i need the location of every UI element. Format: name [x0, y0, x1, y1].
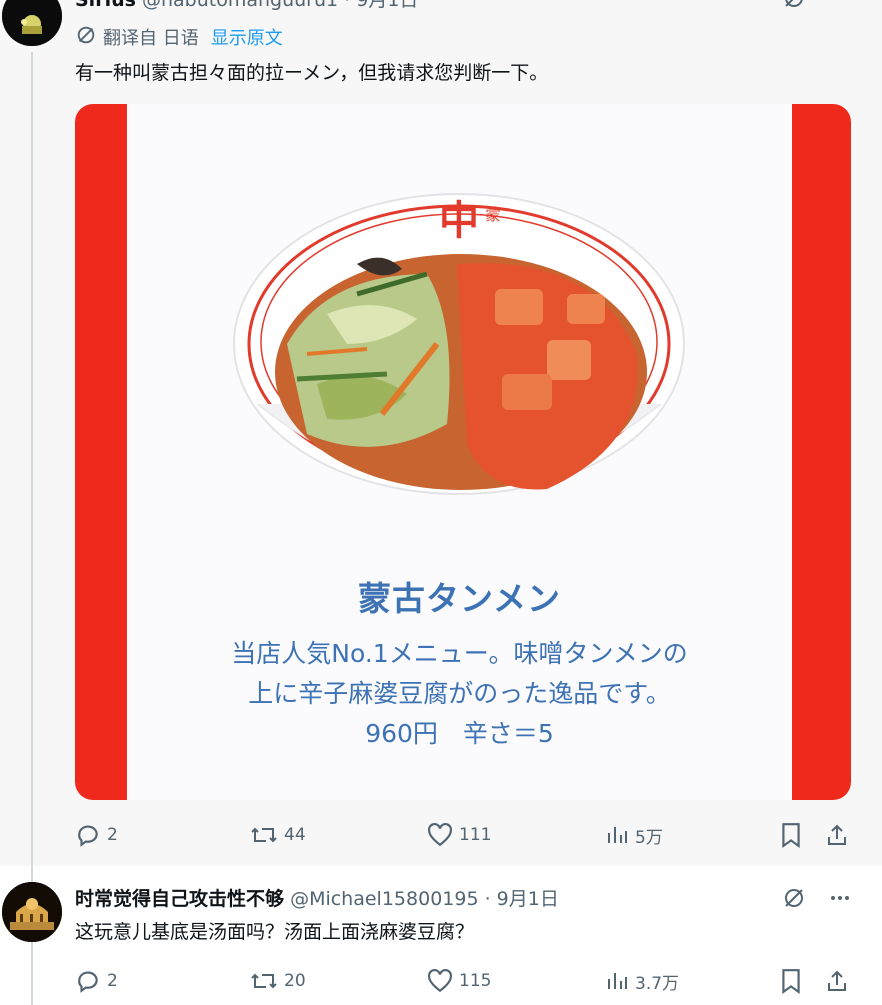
translate-icon — [75, 24, 97, 54]
tweet-action-bar: 2 44 111 5万 — [75, 820, 855, 850]
reply-count: 2 — [107, 971, 118, 991]
share-button[interactable] — [825, 820, 849, 850]
user-handle[interactable]: @Michael15800195 — [290, 888, 478, 910]
tweet-text: 有一种叫蒙古担々面的拉ーメン，但我请求您判断一下。 — [75, 62, 549, 84]
dish-description-line: 上に辛子麻婆豆腐がのった逸品です。 — [248, 679, 671, 708]
repost-count: 20 — [284, 971, 306, 991]
repost-icon — [251, 827, 277, 843]
repost-icon — [251, 973, 277, 989]
reply-count: 2 — [107, 825, 118, 845]
like-button[interactable]: 115 — [427, 966, 491, 996]
bookmark-icon — [782, 969, 800, 994]
like-count: 111 — [459, 825, 492, 845]
tweet-header: Sirius @nabutomanguuru1 · 9月1日 — [75, 0, 418, 12]
bookmark-icon — [782, 823, 800, 848]
meta-separator: · — [338, 0, 357, 11]
dish-price-spice: 960円 辛さ＝5 — [365, 719, 554, 748]
thread-line — [31, 52, 33, 1005]
like-count: 115 — [459, 971, 492, 991]
like-button[interactable]: 111 — [427, 820, 491, 850]
share-icon — [828, 970, 846, 991]
reply-icon — [78, 971, 98, 993]
svg-text:中: 中 — [439, 197, 479, 244]
repost-count: 44 — [284, 825, 306, 845]
tweet-header: 时常觉得自己攻击性不够 @Michael15800195 · 9月1日 — [75, 887, 559, 911]
view-count: 5万 — [635, 827, 663, 848]
display-name[interactable]: 时常觉得自己攻击性不够 — [75, 888, 284, 910]
show-original-link[interactable]: 显示原文 — [211, 26, 283, 52]
bookmark-button[interactable] — [780, 966, 802, 996]
meta-separator: · — [478, 888, 497, 910]
repost-button[interactable]: 44 — [250, 820, 306, 850]
repost-button[interactable]: 20 — [250, 966, 306, 996]
more-icon[interactable] — [828, 886, 852, 914]
tweet-date[interactable]: 9月1日 — [497, 888, 559, 910]
dish-description-line: 当店人気No.1メニュー。味噌タンメンの — [231, 639, 688, 668]
grok-icon[interactable] — [782, 0, 806, 14]
reply-button[interactable]: 2 — [75, 966, 118, 996]
user-handle[interactable]: @nabutomanguuru1 — [142, 0, 338, 11]
view-count: 3.7万 — [635, 973, 680, 994]
tweet-corner-actions — [782, 0, 852, 14]
views-button[interactable]: 3.7万 — [605, 966, 679, 996]
ramen-bowl-illustration: 中 蒙 — [233, 193, 685, 495]
tweet-text: 这玩意儿基底是汤面吗？汤面上面浇麻婆豆腐？ — [75, 921, 475, 943]
share-button[interactable] — [825, 966, 849, 996]
analytics-icon — [608, 973, 627, 989]
bookmark-button[interactable] — [780, 820, 802, 850]
reply-button[interactable]: 2 — [75, 820, 118, 850]
dish-title: 蒙古タンメン — [357, 579, 561, 618]
analytics-icon — [608, 827, 627, 843]
tweet-date[interactable]: 9月1日 — [356, 0, 418, 11]
share-icon — [828, 824, 846, 845]
translated-from-label: 翻译自 日语 — [103, 28, 199, 49]
heart-icon — [428, 969, 452, 993]
display-name[interactable]: Sirius — [75, 0, 136, 11]
reply-icon — [78, 825, 98, 847]
avatar[interactable] — [2, 882, 62, 942]
views-button[interactable]: 5万 — [605, 820, 663, 850]
translation-notice: 翻译自 日语 显示原文 — [75, 24, 283, 54]
bowl-logo-text: 蒙 — [485, 205, 501, 224]
grok-icon[interactable] — [782, 886, 806, 914]
tweet-corner-actions — [782, 886, 852, 914]
more-icon[interactable] — [828, 0, 852, 14]
heart-icon — [428, 823, 452, 847]
tweet-action-bar: 2 20 115 3.7万 — [75, 966, 855, 996]
tweet-media-image[interactable]: 中 蒙 蒙古タンメン 当店人気No.1メニュー。味噌タンメンの 上に辛子麻婆豆腐… — [75, 104, 851, 800]
